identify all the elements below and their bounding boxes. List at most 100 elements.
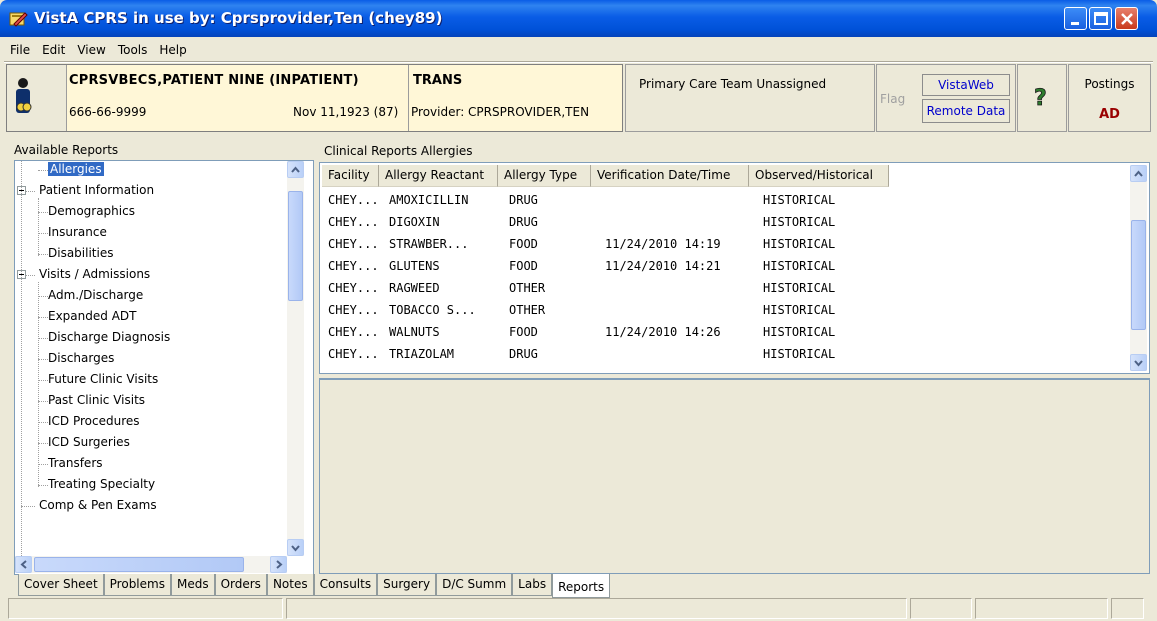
- minimize-button[interactable]: [1064, 7, 1087, 30]
- flag-button[interactable]: Flag: [880, 92, 905, 106]
- grid-scroll-thumb[interactable]: [1131, 220, 1146, 330]
- tree-item[interactable]: Adm./Discharge: [48, 285, 143, 306]
- tree-item[interactable]: Past Clinic Visits: [48, 390, 145, 411]
- tree-item[interactable]: Allergies: [48, 161, 104, 180]
- table-cell: HISTORICAL: [763, 237, 836, 251]
- column-verification-date[interactable]: Verification Date/Time: [591, 165, 749, 187]
- table-cell: CHEY...: [328, 259, 379, 273]
- table-row[interactable]: CHEY... TRIAZOLAM DRUG HISTORICAL: [322, 343, 1128, 365]
- menu-help[interactable]: Help: [153, 43, 192, 57]
- column-allergy-type[interactable]: Allergy Type: [498, 165, 591, 187]
- help-button[interactable]: ?: [1017, 64, 1067, 132]
- table-cell: HISTORICAL: [763, 303, 836, 317]
- scroll-up-button[interactable]: [287, 161, 304, 178]
- tab-consults[interactable]: Consults: [313, 574, 378, 596]
- tree-item[interactable]: Visits / Admissions: [39, 264, 150, 285]
- tab-reports[interactable]: Reports: [552, 574, 611, 598]
- tree-item[interactable]: Insurance: [48, 222, 107, 243]
- table-cell: CHEY...: [328, 303, 379, 317]
- tab-surgery[interactable]: Surgery: [377, 574, 437, 596]
- tree-item[interactable]: Expanded ADT: [48, 306, 136, 327]
- table-cell: CHEY...: [328, 325, 379, 339]
- scroll-left-button[interactable]: [15, 556, 32, 573]
- table-cell: FOOD: [509, 259, 538, 273]
- table-row[interactable]: CHEY... RAGWEED OTHER HISTORICAL: [322, 277, 1128, 299]
- grid-vertical-scrollbar[interactable]: [1130, 165, 1147, 371]
- menu-file[interactable]: File: [4, 43, 36, 57]
- table-cell: CHEY...: [328, 281, 379, 295]
- tab-labs[interactable]: Labs: [512, 574, 553, 596]
- tree-item-label: Expanded ADT: [48, 309, 137, 323]
- tree-item[interactable]: Treating Specialty: [48, 474, 155, 495]
- chevron-right-icon: [276, 560, 283, 569]
- table-row[interactable]: CHEY... GLUTENS FOOD 11/24/2010 14:21 HISTOR…: [322, 255, 1128, 277]
- tab-d-c-summ[interactable]: D/C Summ: [436, 574, 513, 596]
- grid-scroll-up-button[interactable]: [1130, 165, 1147, 182]
- tree-item[interactable]: Comp & Pen Exams: [39, 495, 157, 516]
- table-cell: WALNUTS: [389, 325, 440, 339]
- scroll-right-button[interactable]: [270, 556, 287, 573]
- postings-box[interactable]: Postings AD: [1068, 64, 1151, 132]
- tree-connector: [38, 485, 48, 486]
- care-team-box[interactable]: Primary Care Team Unassigned: [625, 64, 875, 132]
- tree-item-label: Comp & Pen Exams: [39, 498, 157, 512]
- close-button[interactable]: [1115, 7, 1138, 30]
- tree-connector: [38, 464, 48, 465]
- tree-vertical-scrollbar[interactable]: [287, 161, 304, 556]
- tab-orders[interactable]: Orders: [214, 574, 267, 596]
- available-reports-title: Available Reports: [14, 143, 119, 157]
- grid-scroll-down-button[interactable]: [1130, 354, 1147, 371]
- tree-item[interactable]: ICD Surgeries: [48, 432, 130, 453]
- clinical-reports-title: Clinical Reports Allergies: [324, 144, 473, 158]
- cprs-app-icon: [9, 12, 28, 27]
- status-cell-1: [8, 598, 283, 619]
- title-bar[interactable]: VistA CPRS in use by: Cprsprovider,Ten (…: [0, 0, 1157, 37]
- menu-edit[interactable]: Edit: [36, 43, 71, 57]
- tree-item[interactable]: ICD Procedures: [48, 411, 140, 432]
- tree-item-label: Demographics: [48, 204, 135, 218]
- reports-tree[interactable]: Allergies Patient Information Demographics…: [14, 160, 314, 575]
- status-cell-5: [1111, 598, 1144, 619]
- report-detail-pane[interactable]: [319, 378, 1150, 574]
- scroll-thumb[interactable]: [288, 191, 303, 301]
- menu-view[interactable]: View: [71, 43, 111, 57]
- h-scroll-thumb[interactable]: [34, 557, 244, 572]
- tab-problems[interactable]: Problems: [103, 574, 171, 596]
- table-row[interactable]: CHEY... DIGOXIN DRUG HISTORICAL: [322, 211, 1128, 233]
- table-cell: HISTORICAL: [763, 259, 836, 273]
- tab-cover-sheet[interactable]: Cover Sheet: [18, 574, 104, 596]
- table-cell: 11/24/2010 14:26: [605, 325, 721, 339]
- tree-item[interactable]: Future Clinic Visits: [48, 369, 158, 390]
- table-row[interactable]: CHEY... AMOXICILLIN DRUG HISTORICAL: [322, 189, 1128, 211]
- tab-notes[interactable]: Notes: [266, 574, 314, 596]
- table-row[interactable]: CHEY... TOBACCO S... OTHER HISTORICAL: [322, 299, 1128, 321]
- menu-tools[interactable]: Tools: [112, 43, 154, 57]
- remote-data-button[interactable]: Remote Data: [922, 99, 1010, 123]
- column-allergy-reactant[interactable]: Allergy Reactant: [379, 165, 498, 187]
- tab-meds[interactable]: Meds: [170, 574, 215, 596]
- tree-item[interactable]: Demographics: [48, 201, 135, 222]
- table-row[interactable]: CHEY... STRAWBER... FOOD 11/24/2010 14:19 HI…: [322, 233, 1128, 255]
- allergies-grid[interactable]: Facility Allergy Reactant Allergy Type V…: [319, 162, 1150, 374]
- chevron-up-icon: [291, 166, 300, 173]
- scroll-down-button[interactable]: [287, 539, 304, 556]
- tree-item[interactable]: Patient Information: [39, 180, 154, 201]
- vistaweb-button[interactable]: VistaWeb: [922, 74, 1010, 96]
- table-cell: CHEY...: [328, 237, 379, 251]
- tree-connector: [38, 233, 48, 234]
- encounter-box[interactable]: TRANS Provider: CPRSPROVIDER,TEN: [408, 65, 624, 131]
- column-facility[interactable]: Facility: [322, 165, 379, 187]
- patient-icon-box[interactable]: [7, 65, 67, 131]
- tree-item[interactable]: Transfers: [48, 453, 103, 474]
- column-observed-historical[interactable]: Observed/Historical: [749, 165, 889, 187]
- tree-item[interactable]: Discharges: [48, 348, 114, 369]
- tree-item-label: Future Clinic Visits: [48, 372, 159, 386]
- tree-item-label: Disabilities: [48, 246, 114, 260]
- tree-item[interactable]: Disabilities: [48, 243, 113, 264]
- table-cell: HISTORICAL: [763, 281, 836, 295]
- tree-item[interactable]: Discharge Diagnosis: [48, 327, 170, 348]
- table-row[interactable]: CHEY... WALNUTS FOOD 11/24/2010 14:26 HISTOR…: [322, 321, 1128, 343]
- maximize-button[interactable]: [1089, 7, 1112, 30]
- patient-header[interactable]: CPRSVBECS,PATIENT NINE (INPATIENT) 666-6…: [6, 64, 623, 132]
- tree-horizontal-scrollbar[interactable]: [15, 556, 287, 573]
